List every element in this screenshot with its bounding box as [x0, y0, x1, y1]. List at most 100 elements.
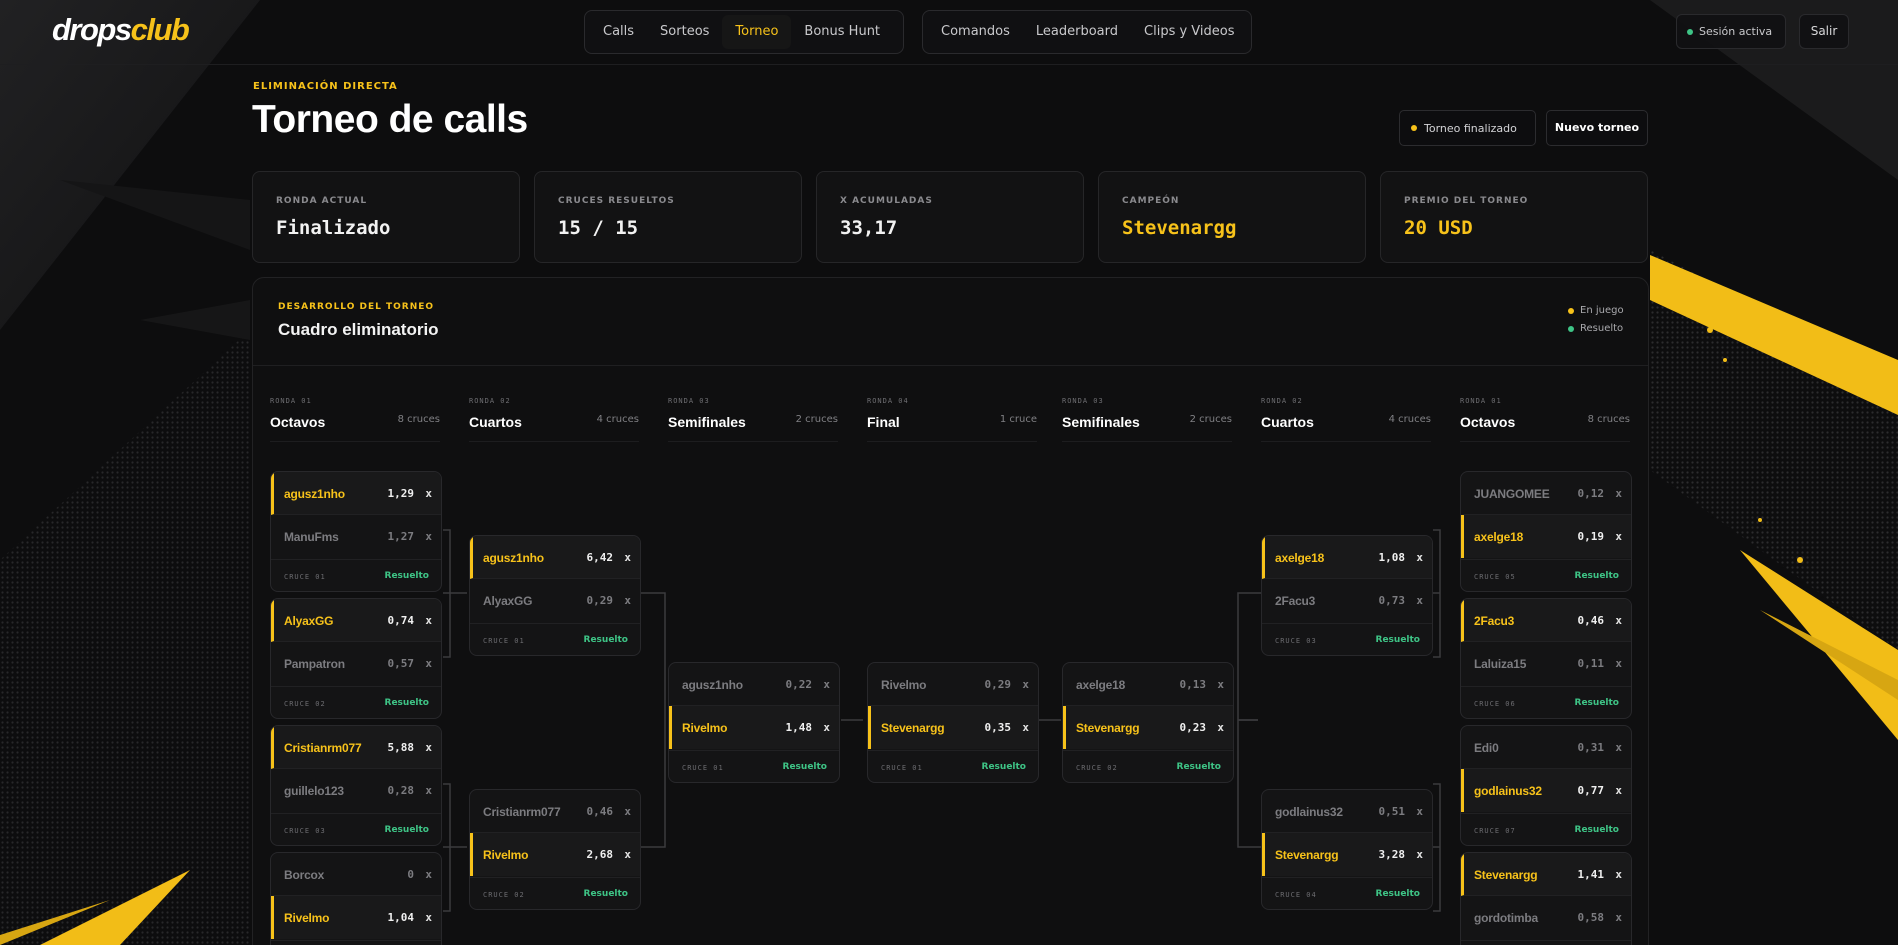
player-row[interactable]: Borcox 0 x — [271, 853, 441, 896]
round-column-header: RONDA 03 Semifinales 2 cruces — [668, 397, 838, 442]
match-card[interactable]: 2Facu3 0,46 x Laluiza15 0,11 x CRUCE 06 Resuelt… — [1460, 598, 1632, 719]
nav-torneo[interactable]: Torneo — [722, 15, 792, 49]
player-name: Cristianrm077 — [284, 741, 362, 755]
player-row[interactable]: Laluiza15 0,11 x — [1461, 642, 1631, 685]
resolved-badge: Resuelto — [384, 571, 429, 581]
player-name: JUANGOMEE — [1474, 487, 1550, 501]
player-row[interactable]: AlyaxGG 0,74 x — [271, 599, 441, 642]
player-row[interactable]: Rivelmo 0,29 x — [868, 663, 1038, 706]
player-row[interactable]: 2Facu3 0,46 x — [1461, 599, 1631, 642]
player-score: 0,74 — [387, 614, 415, 627]
player-row[interactable]: Stevenargg 0,35 x — [868, 706, 1038, 749]
new-tournament-button[interactable]: Nuevo torneo — [1546, 110, 1648, 146]
round-kicker: RONDA 02 — [1261, 397, 1303, 405]
match-card[interactable]: agusz1nho 0,22 x Rivelmo 1,48 x CRUCE 01 Resuel… — [668, 662, 840, 783]
player-score: 3,28 — [1378, 848, 1406, 861]
player-row[interactable]: Rivelmo 2,68 x — [470, 833, 640, 876]
player-row[interactable]: Cristianrm077 5,88 x — [271, 726, 441, 769]
bracket-panel: DESARROLLO DEL TORNEO Cuadro eliminatori… — [252, 277, 1649, 945]
nav-calls[interactable]: Calls — [590, 15, 647, 49]
player-row[interactable]: gordotimba 0,58 x — [1461, 896, 1631, 939]
round-count: 1 cruce — [999, 414, 1037, 425]
multiplier-x: x — [624, 848, 631, 861]
stat-label: X ACUMULADAS — [840, 196, 933, 206]
multiplier-x: x — [1416, 551, 1423, 564]
match-card[interactable]: Borcox0xRivelmo1,04xCRUCE 04Resuelto — [270, 852, 442, 945]
match-card[interactable]: JUANGOMEE 0,12 x axelge18 0,19 x CRUCE 05 Resue… — [1460, 471, 1632, 592]
round-column-header: RONDA 02 Cuartos 4 cruces — [1261, 397, 1431, 442]
player-name: Rivelmo — [682, 721, 728, 735]
match-card[interactable]: Rivelmo 0,29 x Stevenargg 0,35 x CRUCE 01 Resue… — [867, 662, 1039, 783]
cross-label: CRUCE 01 — [483, 637, 525, 645]
player-name: Stevenargg — [1474, 868, 1538, 882]
match-card[interactable]: axelge18 0,13 x Stevenargg 0,23 x CRUCE 02 Resu… — [1062, 662, 1234, 783]
player-score: 0,11 — [1577, 657, 1605, 670]
player-row[interactable]: Rivelmo 1,04 x — [271, 896, 441, 939]
player-score: 6,42 — [586, 551, 614, 564]
match-footer: CRUCE 01 Resuelto — [271, 559, 441, 591]
player-row[interactable]: Stevenargg 0,23 x — [1063, 706, 1233, 749]
match-card[interactable]: Edi0 0,31 x godlainus32 0,77 x CRUCE 07 Resuelt… — [1460, 725, 1632, 846]
player-row[interactable]: AlyaxGG 0,29 x — [470, 579, 640, 622]
player-row[interactable]: agusz1nho 0,22 x — [669, 663, 839, 706]
nav-clips-videos[interactable]: Clips y Videos — [1131, 15, 1247, 49]
nav-sorteos[interactable]: Sorteos — [647, 15, 722, 49]
match-card[interactable]: AlyaxGG 0,74 x Pampatron 0,57 x CRUCE 02 Resuel… — [270, 598, 442, 719]
round-count: 8 cruces — [1587, 414, 1630, 425]
match-footer: CRUCE 07 Resuelto — [1461, 813, 1631, 845]
multiplier-x: x — [1615, 530, 1622, 543]
stat-label: CRUCES RESUELTOS — [558, 196, 675, 206]
player-row[interactable]: Edi0 0,31 x — [1461, 726, 1631, 769]
player-row[interactable]: Cristianrm077 0,46 x — [470, 790, 640, 833]
round-column-header: RONDA 01 Octavos 8 cruces — [1460, 397, 1630, 442]
round-count: 4 cruces — [1388, 414, 1431, 425]
player-row[interactable]: Stevenargg 3,28 x — [1262, 833, 1432, 876]
nav-leaderboard[interactable]: Leaderboard — [1023, 15, 1131, 49]
player-row[interactable]: axelge18 0,13 x — [1063, 663, 1233, 706]
player-row[interactable]: ManuFms 1,27 x — [271, 515, 441, 558]
page-title: Torneo de calls — [252, 98, 528, 141]
match-card[interactable]: axelge18 1,08 x 2Facu3 0,73 x CRUCE 03 Resuelto — [1261, 535, 1433, 656]
match-footer: CRUCE 08Resuelto — [1461, 940, 1631, 945]
player-row[interactable]: godlainus32 0,77 x — [1461, 769, 1631, 812]
resolved-badge: Resuelto — [583, 889, 628, 899]
player-row[interactable]: agusz1nho 6,42 x — [470, 536, 640, 579]
player-row[interactable]: godlainus32 0,51 x — [1262, 790, 1432, 833]
match-card[interactable]: agusz1nho 6,42 x AlyaxGG 0,29 x CRUCE 01 Resuel… — [469, 535, 641, 656]
player-score: 0,12 — [1577, 487, 1605, 500]
player-row[interactable]: Rivelmo 1,48 x — [669, 706, 839, 749]
resolved-badge: Resuelto — [583, 635, 628, 645]
stat-value: Finalizado — [276, 217, 391, 239]
player-name: Pampatron — [284, 657, 345, 671]
stat-value: Stevenargg — [1122, 217, 1237, 239]
match-footer: CRUCE 01 Resuelto — [868, 750, 1038, 782]
nav-bonus-hunt[interactable]: Bonus Hunt — [791, 15, 893, 49]
player-row[interactable]: axelge18 1,08 x — [1262, 536, 1432, 579]
player-score: 0,29 — [586, 594, 614, 607]
match-card[interactable]: godlainus32 0,51 x Stevenargg 3,28 x CRUCE 04 R… — [1261, 789, 1433, 910]
player-score: 0 — [407, 868, 414, 881]
player-row[interactable]: Stevenargg 1,41 x — [1461, 853, 1631, 896]
player-row[interactable]: Pampatron 0,57 x — [271, 642, 441, 685]
player-row[interactable]: guillelo123 0,28 x — [271, 769, 441, 812]
player-score: 1,48 — [785, 721, 813, 734]
match-card[interactable]: Cristianrm077 0,46 x Rivelmo 2,68 x CRUCE 02 Re… — [469, 789, 641, 910]
match-card[interactable]: Stevenargg 1,41 x gordotimba 0,58 x CRUCE 08Re… — [1460, 852, 1632, 945]
dropsclub-logo[interactable]: dropsclub — [52, 12, 190, 48]
round-column-header: RONDA 04 Final 1 cruce — [867, 397, 1037, 442]
stat-label: PREMIO DEL TORNEO — [1404, 196, 1529, 206]
logout-button[interactable]: Salir — [1799, 14, 1849, 49]
player-row[interactable]: JUANGOMEE 0,12 x — [1461, 472, 1631, 515]
multiplier-x: x — [425, 530, 432, 543]
stat-card: CRUCES RESUELTOS 15 / 15 — [534, 171, 802, 263]
player-row[interactable]: agusz1nho 1,29 x — [271, 472, 441, 515]
match-card[interactable]: Cristianrm077 5,88 x guillelo123 0,28 x CRUCE … — [270, 725, 442, 846]
match-card[interactable]: agusz1nho 1,29 x ManuFms 1,27 x CRUCE 01 Resuel… — [270, 471, 442, 592]
resolved-badge: Resuelto — [1375, 889, 1420, 899]
player-row[interactable]: 2Facu3 0,73 x — [1262, 579, 1432, 622]
round-kicker: RONDA 04 — [867, 397, 909, 405]
nav-comandos[interactable]: Comandos — [928, 15, 1023, 49]
player-row[interactable]: axelge18 0,19 x — [1461, 515, 1631, 558]
multiplier-x: x — [1022, 721, 1029, 734]
cross-label: CRUCE 06 — [1474, 700, 1516, 708]
